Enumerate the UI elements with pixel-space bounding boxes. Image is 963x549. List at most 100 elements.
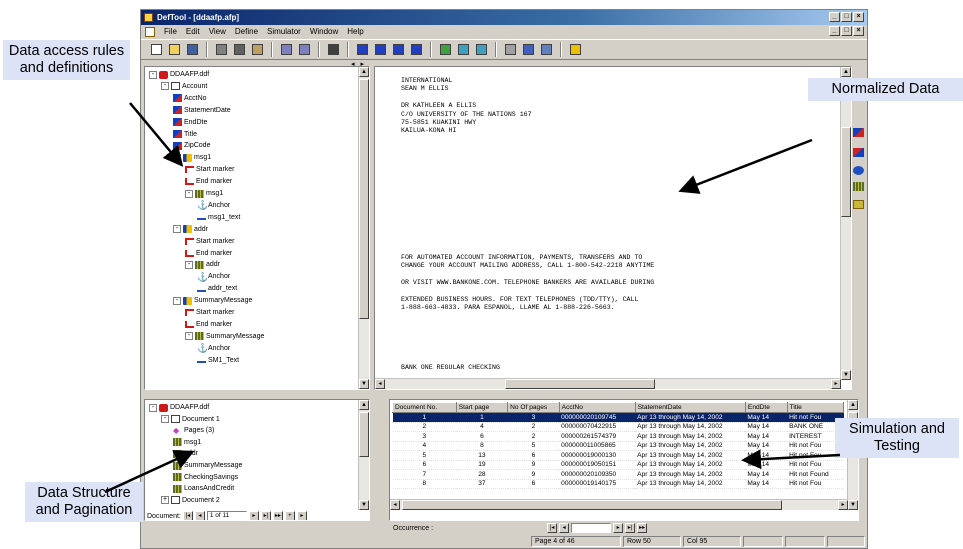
group-tool-icon[interactable] [853, 200, 864, 209]
document-icon[interactable] [145, 27, 155, 37]
tree-item[interactable]: StatementDate [173, 105, 231, 116]
column-header[interactable]: StatementDate [634, 402, 746, 413]
menu-view[interactable]: View [209, 25, 226, 39]
menu-window[interactable]: Window [310, 25, 338, 39]
document-number-field[interactable]: 1 of 11 [206, 511, 247, 520]
collapse-toggle[interactable]: - [173, 296, 181, 305]
close-button[interactable]: × [853, 12, 864, 22]
scroll-up-arrow[interactable]: ▲ [841, 67, 851, 77]
scroll-thumb[interactable] [359, 412, 369, 457]
tree-item[interactable]: Start marker [185, 164, 235, 175]
simulate-all-button[interactable] [474, 42, 489, 57]
add-document-button[interactable]: + [284, 511, 295, 520]
redo-button[interactable] [297, 42, 312, 57]
menu-simulator[interactable]: Simulator [267, 25, 301, 39]
definition-tree-scrollbar[interactable]: ▲ ▼ [358, 67, 369, 389]
collapse-toggle[interactable]: - [173, 153, 181, 162]
mdi-restore-button[interactable]: □ [841, 26, 852, 36]
tree-item[interactable]: Title [173, 129, 197, 140]
tree-item[interactable]: - SummaryMessage [173, 295, 252, 306]
form-button[interactable] [503, 42, 518, 57]
end-occurrence-button[interactable]: ▸▸ [637, 523, 648, 533]
tree-item[interactable]: ⚓ Anchor [197, 200, 230, 211]
tree-item[interactable]: End marker [185, 248, 232, 259]
document-horizontal-scrollbar[interactable]: ◂ ▸ [375, 378, 841, 389]
end-document-button[interactable]: ▸▸ [272, 511, 283, 520]
tree-item[interactable]: CheckingSavings [173, 472, 238, 483]
column-header[interactable]: No Of pages [507, 402, 560, 413]
tree-item[interactable]: addr_text [197, 283, 237, 294]
normalized-data-pane[interactable]: INTERNATIONAL SEAN M ELLIS DR KATHLEEN A… [374, 66, 852, 390]
results-horizontal-scrollbar[interactable]: ◂ ▸ [390, 499, 848, 510]
tree-item[interactable]: SM1_Text [197, 355, 239, 366]
table-row[interactable]: 7 28 9 000000020109350 Apr 13 through May 14… [392, 469, 844, 480]
collapse-toggle[interactable]: - [185, 332, 193, 341]
first-document-button[interactable]: |◂ [182, 511, 193, 520]
tree-item[interactable]: Start marker [185, 307, 235, 318]
scroll-down-arrow[interactable]: ▼ [848, 500, 858, 510]
table-row[interactable]: 4 8 5 000000011005865 Apr 13 through May 14,… [392, 441, 844, 451]
properties-button[interactable] [539, 42, 554, 57]
tree-item[interactable]: End marker [185, 319, 232, 330]
last-occurrence-button[interactable]: ▸| [625, 523, 636, 533]
open-button[interactable] [167, 42, 182, 57]
help-button[interactable] [568, 42, 583, 57]
tree-item[interactable]: msg1_text [197, 212, 240, 223]
scroll-left-arrow[interactable]: ◂ [390, 500, 400, 510]
document-vertical-scrollbar[interactable]: ▲ ▼ [840, 67, 851, 380]
occurrence-field[interactable] [571, 523, 612, 533]
previous-button[interactable] [373, 42, 388, 57]
menu-define[interactable]: Define [235, 25, 258, 39]
table-tool-icon[interactable] [853, 182, 864, 191]
first-button[interactable] [355, 42, 370, 57]
collapse-toggle[interactable]: - [185, 260, 193, 269]
collapse-toggle[interactable]: - [161, 82, 169, 91]
tree-item[interactable]: ZipCode [173, 140, 210, 151]
undo-button[interactable] [279, 42, 294, 57]
table-row[interactable]: 3 6 2 000000261574379 Apr 13 through May 14,… [392, 431, 844, 442]
menu-file[interactable]: File [164, 25, 177, 39]
tree-item[interactable]: - Document 1 [161, 414, 220, 425]
tree-item[interactable]: - addr [173, 224, 208, 235]
scroll-right-arrow[interactable]: ▸ [831, 379, 841, 389]
table-row[interactable]: 8 37 6 000000019140175 Apr 13 through May 14… [392, 479, 844, 489]
scroll-down-arrow[interactable]: ▼ [359, 379, 369, 389]
previous-document-button[interactable]: ◂ [194, 511, 205, 520]
table-row[interactable]: 2 4 2 000000070422915 Apr 13 through May 14,… [392, 422, 844, 432]
column-header[interactable]: EndDte [744, 402, 788, 413]
block-tool-icon[interactable] [853, 166, 864, 175]
scroll-thumb[interactable] [359, 79, 369, 319]
structure-tree-pane[interactable]: ▲ ▼ Document: |◂ ◂ 1 of 11 ▸ ▸| ▸▸ + ▸ -… [144, 399, 370, 521]
save-button[interactable] [185, 42, 200, 57]
scroll-thumb[interactable] [505, 379, 655, 389]
next-document-button[interactable]: ▸ [248, 511, 259, 520]
maximize-button[interactable]: □ [841, 12, 852, 22]
collapse-toggle[interactable]: - [149, 70, 157, 79]
last-document-button[interactable]: ▸| [260, 511, 271, 520]
collapse-toggle[interactable]: - [161, 415, 169, 424]
next-button[interactable] [391, 42, 406, 57]
collapse-toggle[interactable]: - [185, 189, 193, 198]
last-button[interactable] [409, 42, 424, 57]
tree-item[interactable]: - Account [161, 81, 207, 92]
tree-item[interactable]: - msg1 [173, 152, 211, 163]
tree-root[interactable]: - DDAAFP.ddf [149, 402, 209, 413]
pane-controls[interactable]: ◂ ▸ [351, 60, 366, 68]
new-button[interactable] [149, 42, 164, 57]
paste-button[interactable] [250, 42, 265, 57]
column-header[interactable]: Document No. [392, 402, 457, 413]
scroll-down-arrow[interactable]: ▼ [359, 500, 369, 510]
tree-item[interactable]: ⚓ Anchor [197, 343, 230, 354]
tree-item[interactable]: msg1 [173, 437, 201, 448]
table-row[interactable]: 6 19 9 000000019050151 Apr 13 through May 14… [392, 460, 844, 470]
mdi-close-button[interactable]: × [853, 26, 864, 36]
tree-item[interactable]: SummaryMessage [173, 460, 242, 471]
scroll-up-arrow[interactable]: ▲ [359, 67, 369, 77]
next-occurrence-button[interactable]: ▸ [613, 523, 624, 533]
tree-item[interactable]: Start marker [185, 236, 235, 247]
mdi-minimize-button[interactable]: _ [829, 26, 840, 36]
print-button[interactable] [326, 42, 341, 57]
tree-item[interactable]: addr [173, 448, 198, 459]
definition-tree-pane[interactable]: ▲ ▼ - DDAAFP.ddf - Account AcctNo StatementDa… [144, 66, 370, 390]
menu-help[interactable]: Help [347, 25, 363, 39]
